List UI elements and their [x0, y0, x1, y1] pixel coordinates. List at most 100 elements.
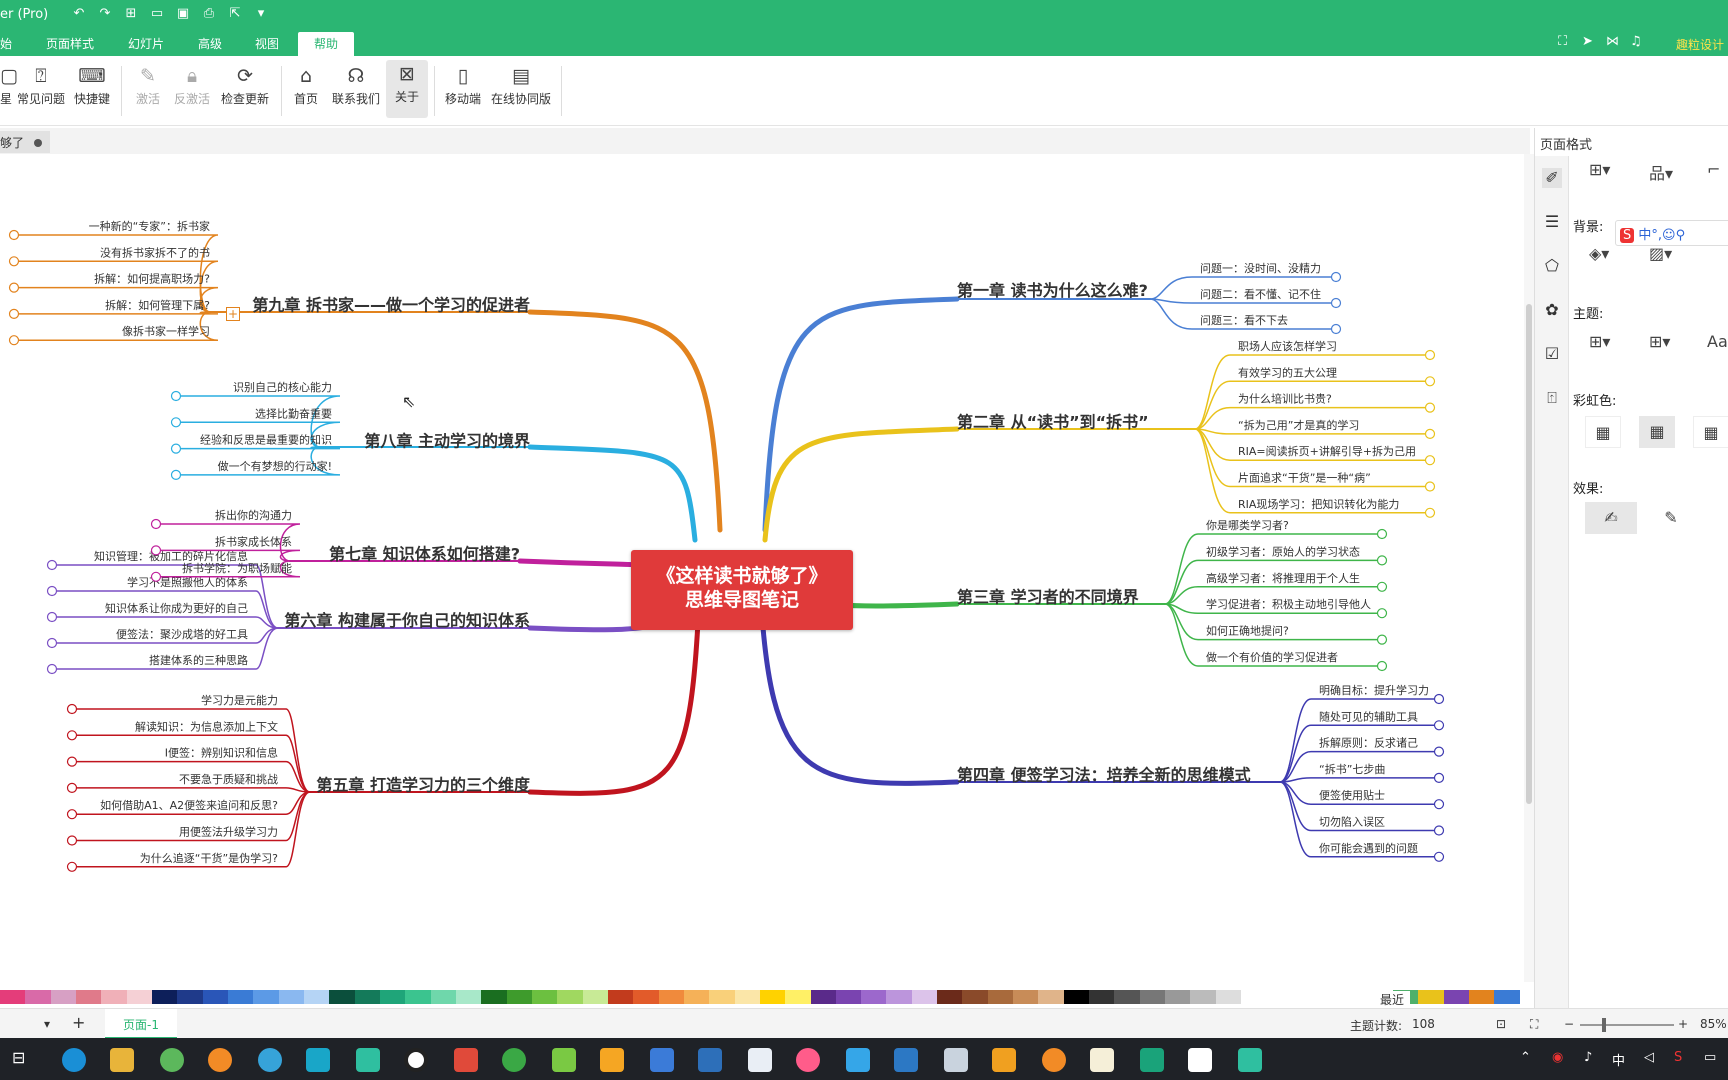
subtopic[interactable]: 切勿陷入误区	[1319, 815, 1385, 829]
subtopic-marker-icon[interactable]	[1376, 581, 1388, 592]
mobile-button[interactable]: ▯ 移动端	[444, 62, 482, 107]
subtopic-marker-icon[interactable]	[66, 756, 78, 767]
subtopic-marker-icon[interactable]	[1424, 349, 1436, 361]
effect-sketch-icon[interactable]: ✎	[1645, 502, 1697, 534]
subtopic[interactable]: 不要急于质疑和挑战	[179, 772, 278, 786]
app-teal-2-icon[interactable]	[1238, 1048, 1262, 1072]
color-swatch[interactable]	[1114, 990, 1140, 1004]
fit-page-icon[interactable]: ⊡	[1496, 1017, 1506, 1031]
check-update-button[interactable]: ⟳ 检查更新	[219, 62, 271, 107]
color-swatch[interactable]	[937, 990, 963, 1004]
subtopic-marker-icon[interactable]	[1424, 507, 1436, 518]
subtopic-marker-icon[interactable]	[46, 611, 58, 623]
color-swatch[interactable]	[227, 990, 254, 1004]
color-swatch[interactable]	[455, 990, 482, 1004]
subtopic[interactable]: 为什么追逐“干货”是伪学习?	[140, 851, 278, 865]
color-swatch[interactable]	[506, 990, 532, 1004]
subtopic-marker-icon[interactable]	[1424, 428, 1436, 439]
feishu-icon[interactable]	[650, 1048, 674, 1072]
subtopic[interactable]: 如何正确地提问?	[1206, 624, 1289, 638]
topic-ch1[interactable]: 第一章 读书为什么这么难?	[957, 281, 1148, 300]
color-swatch[interactable]	[1165, 990, 1191, 1004]
fit-icon[interactable]: ⛶	[1558, 34, 1567, 49]
subtopic-marker-icon[interactable]	[1376, 555, 1388, 566]
expand-icon[interactable]: +	[226, 307, 240, 321]
subtopic-marker-icon[interactable]	[46, 663, 58, 675]
frame-icon[interactable]: ⌐	[1707, 160, 1720, 179]
color-swatch[interactable]	[1013, 990, 1039, 1004]
save-icon[interactable]: ▣	[174, 6, 192, 21]
print-icon[interactable]: ⎙	[200, 6, 218, 21]
online-collab-button[interactable]: ▤ 在线协同版	[490, 62, 552, 107]
subtopic-marker-icon[interactable]	[8, 308, 20, 319]
subtopic[interactable]: “拆书”七步曲	[1319, 762, 1385, 776]
app-dark-blue-icon[interactable]	[894, 1048, 918, 1072]
deactivate-button[interactable]: 🔒︎ 反激活	[172, 62, 212, 107]
fullscreen-icon[interactable]: ⛶	[1530, 1017, 1538, 1032]
color-swatch[interactable]	[709, 990, 735, 1004]
subtopic[interactable]: 识别自己的核心能力	[233, 380, 332, 394]
color-swatch[interactable]	[1342, 990, 1368, 1004]
windows-app-icon[interactable]	[600, 1048, 624, 1072]
task-icon[interactable]: ☑	[1542, 344, 1562, 364]
ime-indicator-icon[interactable]: 中	[1612, 1050, 1625, 1069]
subtopic[interactable]: 知识体系让你成为更好的自己	[105, 601, 248, 615]
edge-icon[interactable]	[62, 1048, 86, 1072]
color-swatch[interactable]	[1317, 990, 1343, 1004]
subtopic-marker-icon[interactable]	[1330, 323, 1342, 335]
ime-mode-icon[interactable]: 中°,☺⚲	[1638, 228, 1685, 243]
color-swatch[interactable]	[861, 990, 887, 1004]
subtopic[interactable]: 拆书学院：为职场赋能	[182, 561, 292, 575]
subtopic[interactable]: 你是哪类学习者?	[1206, 518, 1289, 532]
monitor-app-icon[interactable]	[944, 1048, 968, 1072]
subtopic-marker-icon[interactable]	[8, 229, 20, 241]
color-swatch[interactable]	[1038, 990, 1064, 1004]
cloud-app-icon[interactable]	[846, 1048, 870, 1072]
layout-icon[interactable]: ⊞▾	[1589, 160, 1610, 179]
font-icon[interactable]: Aa	[1707, 332, 1728, 351]
subtopic-marker-icon[interactable]	[150, 518, 162, 530]
subtopic-marker-icon[interactable]	[8, 282, 20, 293]
color-swatch[interactable]	[785, 990, 811, 1004]
branch-ch3[interactable]: 第三章 学习者的不同境界 你是哪类学习者? 初级学习者：原始人的学习状态高级学习者：…	[762, 518, 1388, 672]
subtopic-marker-icon[interactable]	[1424, 481, 1436, 492]
subtopic[interactable]: 问题二：看不懂、记不住	[1200, 287, 1321, 301]
clipart-icon[interactable]: ✿	[1542, 300, 1562, 320]
undo-icon[interactable]: ↶	[70, 6, 88, 21]
color-swatch[interactable]	[1443, 990, 1470, 1004]
subtopic-marker-icon[interactable]	[1376, 660, 1388, 672]
theme-color-icon[interactable]: ⊞▾	[1649, 332, 1670, 351]
video-app-icon[interactable]	[1188, 1048, 1212, 1072]
notes-app-icon[interactable]	[1090, 1048, 1114, 1072]
home-button[interactable]: ⌂ 首页	[292, 62, 320, 107]
pinwheel-icon[interactable]	[796, 1048, 820, 1072]
color-swatch[interactable]	[430, 990, 456, 1004]
subtopic-marker-icon[interactable]	[66, 730, 78, 741]
color-swatch[interactable]	[607, 990, 634, 1004]
icon-library-icon[interactable]: ⬠	[1542, 256, 1562, 276]
subtopic[interactable]: 如何借助A1、A2便签来追问和反思?	[100, 798, 278, 812]
subtopic-marker-icon[interactable]	[8, 256, 20, 267]
subtopic-marker-icon[interactable]	[1433, 720, 1445, 731]
subtopic-marker-icon[interactable]	[66, 703, 78, 715]
color-swatch[interactable]	[557, 990, 583, 1004]
subtopic[interactable]: 搭建体系的三种思路	[149, 653, 248, 667]
subtopic-marker-icon[interactable]	[1376, 608, 1388, 619]
color-swatch[interactable]	[253, 990, 279, 1004]
color-palette[interactable]	[0, 990, 1520, 1006]
unsaved-dot-icon[interactable]	[34, 139, 43, 147]
subtopic[interactable]: 初级学习者：原始人的学习状态	[1206, 544, 1360, 558]
activate-button[interactable]: ✎ 激活	[132, 62, 164, 107]
gear-app-icon[interactable]	[1042, 1048, 1066, 1072]
player-icon[interactable]	[258, 1048, 282, 1072]
central-topic[interactable]: 《这样读书就够了》 思维导图笔记	[631, 550, 853, 630]
color-swatch[interactable]	[303, 990, 330, 1004]
color-swatch[interactable]	[202, 990, 228, 1004]
branch-ch7[interactable]: 第七章 知识体系如何搭建? 拆出你的沟通力拆书家成长体系拆书学院：为职场赋能	[150, 508, 643, 582]
subtopic[interactable]: 拆解：如何提高职场力?	[94, 272, 210, 286]
color-swatch[interactable]	[810, 990, 836, 1004]
effect-brush-icon[interactable]: ✍	[1585, 502, 1637, 534]
subtopic-marker-icon[interactable]	[46, 585, 58, 597]
subtopic-marker-icon[interactable]	[1433, 693, 1445, 705]
fill-icon[interactable]: ◈▾	[1589, 244, 1609, 263]
